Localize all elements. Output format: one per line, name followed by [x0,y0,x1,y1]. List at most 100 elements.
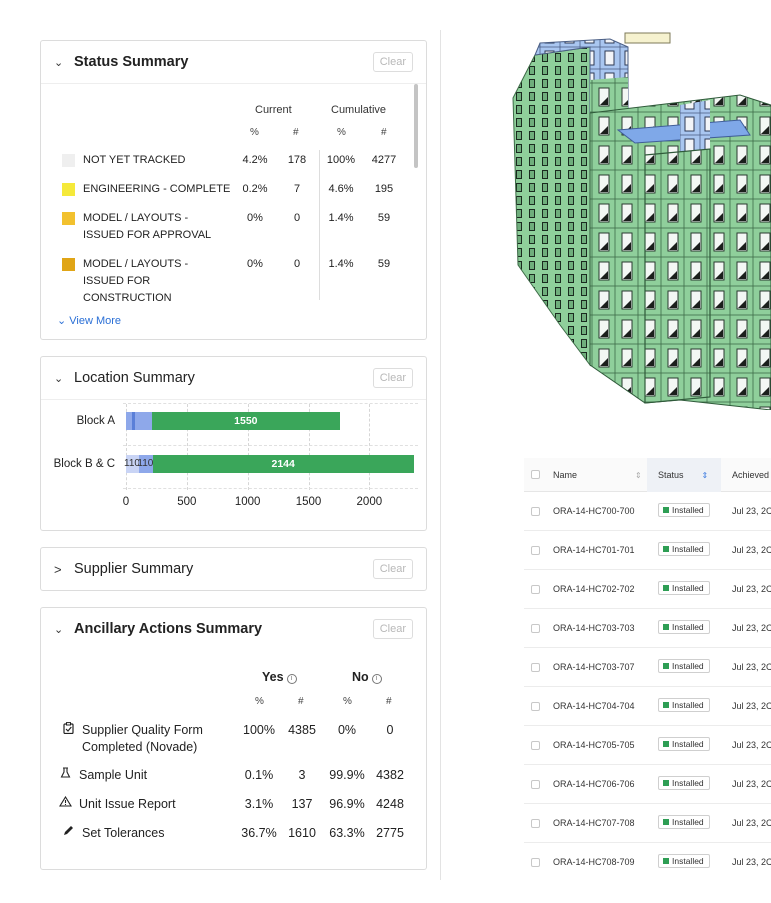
location-summary-header[interactable]: ⌄ Location Summary Clear [41,357,426,399]
sort-icon[interactable]: ⇕ [635,471,642,480]
row-checkbox[interactable] [531,780,540,789]
status-text: Installed [672,505,704,515]
gridline [123,488,418,489]
status-text: Installed [672,544,704,554]
cumulative-count-header: # [381,127,387,138]
name-column-header[interactable]: Name ⇕ [553,470,642,480]
row-achieved-date: Jul 23, 2C [732,779,771,789]
info-icon[interactable]: i [371,674,382,684]
table-row[interactable]: ORA-14-HC700-700 Installed Jul 23, 2C [524,492,771,531]
row-checkbox[interactable] [531,663,540,672]
chevron-down-icon[interactable]: ⌄ [54,372,74,385]
row-name: ORA-14-HC702-702 [553,584,635,594]
bar-segment[interactable] [132,412,135,430]
supplier-clear-button[interactable]: Clear [372,559,413,579]
location-chart: 0 500 1000 1500 2000 Block A 1550 Block B & C 11… [41,399,426,529]
row-checkbox[interactable] [531,585,540,594]
table-row[interactable]: ORA-14-HC702-702 Installed Jul 23, 2C [524,570,771,609]
bar-value-label: 110 [137,458,154,469]
table-row[interactable]: ORA-14-HC704-704 Installed Jul 23, 2C [524,687,771,726]
status-summary-table: Current Cumulative % # % # NOT YET TRACK… [41,83,426,339]
yes-count: 1610 [288,826,316,840]
chevron-right-icon[interactable]: > [54,562,74,577]
status-header-label: Status [658,470,684,480]
pencil-icon [61,825,75,840]
table-row[interactable]: ORA-14-HC703-707 Installed Jul 23, 2C [524,648,771,687]
view-more-link[interactable]: ⌄ View More [57,314,121,327]
status-badge: Installed [658,542,710,556]
current-pct: 0% [247,258,263,270]
cumulative-header: Cumulative [331,104,387,116]
chevron-down-icon[interactable]: ⌄ [54,623,74,636]
info-icon[interactable]: i [286,674,297,684]
current-count: 0 [293,212,301,224]
flask-icon [58,767,72,781]
row-checkbox[interactable] [531,507,540,516]
no-pct-header: % [343,696,352,707]
status-badge: Installed [658,776,710,790]
yes-count-header: # [298,696,304,707]
row-checkbox[interactable] [531,702,540,711]
element-table: Name ⇕ Status ⇕ Achieved ORA-14-HC700-700 I… [524,458,771,878]
no-header: No i [352,670,382,684]
status-clear-button[interactable]: Clear [372,52,413,72]
row-checkbox[interactable] [531,819,540,828]
table-row[interactable]: ORA-14-HC706-706 Installed Jul 23, 2C [524,765,771,804]
status-swatch [62,183,75,196]
ancillary-summary-title: Ancillary Actions Summary [74,621,263,637]
row-checkbox[interactable] [531,546,540,555]
status-badge: Installed [658,698,710,712]
ancillary-summary-header[interactable]: ⌄ Ancillary Actions Summary Clear [41,608,426,650]
current-count: 178 [287,154,307,166]
row-achieved-date: Jul 23, 2C [732,623,771,633]
status-badge: Installed [658,737,710,751]
current-pct: 4.2% [242,154,268,166]
ancillary-label: Supplier Quality Form Completed (Novade) [82,723,203,754]
installed-dot-icon [663,858,669,864]
supplier-summary-title: Supplier Summary [74,561,194,577]
current-count: 7 [293,183,301,195]
ancillary-clear-button[interactable]: Clear [372,619,413,639]
row-achieved-date: Jul 23, 2C [732,857,771,867]
status-text: Installed [672,700,704,710]
row-checkbox[interactable] [531,858,540,867]
status-column-header[interactable]: Status ⇕ [658,470,708,480]
achieved-column-header[interactable]: Achieved [732,470,769,480]
x-tick-label: 500 [177,496,197,508]
installed-dot-icon [663,585,669,591]
status-text: Installed [672,778,704,788]
bar-segment[interactable] [126,412,152,430]
status-label: ENGINEERING - COMPLETE [83,183,231,195]
ancillary-summary-card: ⌄ Ancillary Actions Summary Clear Yes i N… [40,607,427,870]
table-row[interactable]: ORA-14-HC708-709 Installed Jul 23, 2C [524,843,771,878]
status-badge: Installed [658,503,710,517]
no-count: 0 [386,723,394,737]
current-pct: 0.2% [242,183,268,195]
status-badge: Installed [658,815,710,829]
row-checkbox[interactable] [531,741,540,750]
cumulative-count: 4277 [371,154,397,166]
supplier-summary-header[interactable]: > Supplier Summary Clear [41,548,426,590]
no-count: 4248 [376,797,404,811]
row-achieved-date: Jul 23, 2C [732,506,771,516]
location-clear-button[interactable]: Clear [372,368,413,388]
panel-divider[interactable] [440,30,441,880]
status-badge: Installed [658,854,710,868]
location-summary-card: ⌄ Location Summary Clear 0 500 1000 1500 200… [40,356,427,531]
yes-pct-header: % [255,696,264,707]
cumulative-pct: 4.6% [328,183,354,195]
sort-active-icon[interactable]: ⇕ [702,471,709,480]
status-badge: Installed [658,620,710,634]
scrollbar-thumb[interactable] [414,84,418,168]
table-row[interactable]: ORA-14-HC703-703 Installed Jul 23, 2C [524,609,771,648]
ancillary-label: Sample Unit [79,768,148,782]
table-row[interactable]: ORA-14-HC705-705 Installed Jul 23, 2C [524,726,771,765]
chevron-down-icon[interactable]: ⌄ [54,56,74,69]
status-summary-header[interactable]: ⌄ Status Summary Clear [41,41,426,83]
select-all-checkbox[interactable] [531,470,540,479]
table-row[interactable]: ORA-14-HC707-708 Installed Jul 23, 2C [524,804,771,843]
table-row[interactable]: ORA-14-HC701-701 Installed Jul 23, 2C [524,531,771,570]
left-panel: ⌄ Status Summary Clear Current Cumulativ… [0,0,440,903]
model-viewer[interactable] [500,25,771,411]
row-checkbox[interactable] [531,624,540,633]
